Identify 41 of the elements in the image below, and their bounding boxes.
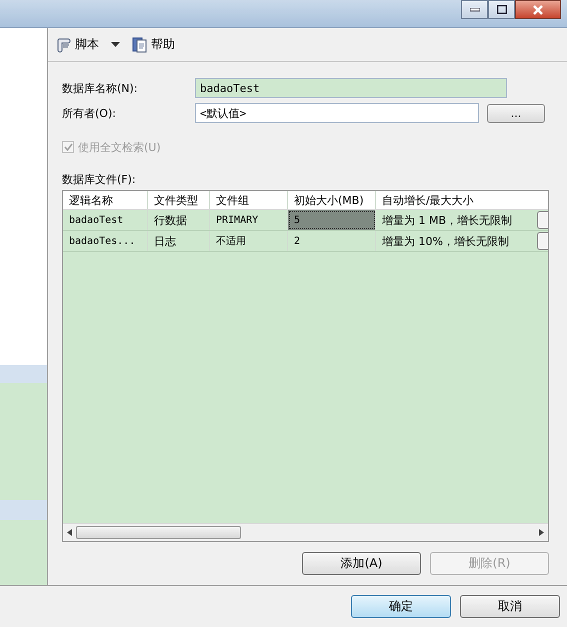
close-icon [532, 4, 544, 14]
table-cell: 行数据 [148, 210, 210, 230]
table-cell: badaoTes... [63, 231, 148, 251]
help-button[interactable]: 帮助 [132, 36, 175, 53]
minimize-icon [470, 8, 480, 12]
checkbox-label: 使用全文检索(U) [78, 140, 161, 154]
table-cell: 5 [288, 210, 376, 230]
maximize-button[interactable] [488, 0, 515, 19]
field-label: 数据库名称(N): [62, 80, 139, 96]
scrollbar-thumb[interactable] [76, 526, 241, 539]
table-cell: 日志 [148, 231, 210, 251]
name-field[interactable]: badaoTest [195, 78, 507, 98]
horizontal-scrollbar[interactable] [63, 523, 548, 541]
right-arrow-icon[interactable] [539, 529, 544, 536]
left-arrow-icon[interactable] [67, 529, 72, 536]
minimize-button[interactable] [461, 0, 488, 19]
maximize-icon [496, 5, 506, 14]
field-label: 所有者(O): [62, 106, 117, 120]
table-cell: 增量为 10%，增长无限制 [376, 231, 548, 251]
table-cell: 增量为 1 MB，增长无限制 [376, 210, 548, 230]
column-header[interactable]: 文件类型 [148, 191, 210, 209]
table-cell: 2 [288, 231, 376, 251]
script-button[interactable]: 脚本 [56, 36, 99, 53]
table-cell: badaoTest [63, 210, 148, 230]
cancel-button[interactable]: 取消 [460, 595, 560, 618]
table-cell: 不适用 [210, 231, 288, 251]
column-header[interactable]: 文件组 [210, 191, 288, 209]
scroll-icon [56, 36, 72, 52]
browse-button[interactable]: ... [487, 104, 545, 122]
dropdown-icon[interactable] [111, 42, 120, 47]
edit-button[interactable] [537, 211, 548, 229]
ok-button[interactable]: 确定 [351, 595, 451, 618]
add-button[interactable]: 添加(A) [302, 552, 421, 575]
document-icon [132, 36, 148, 52]
column-header[interactable]: 自动增长/最大大小 [376, 191, 548, 209]
column-header[interactable]: 逻辑名称 [63, 191, 148, 209]
edit-button[interactable] [537, 232, 548, 250]
section-label: 数据库文件(F): [62, 172, 137, 187]
column-header[interactable]: 初始大小(MB) [288, 191, 376, 209]
owner-field[interactable]: <默认值> [195, 103, 479, 123]
close-button[interactable] [515, 0, 561, 19]
